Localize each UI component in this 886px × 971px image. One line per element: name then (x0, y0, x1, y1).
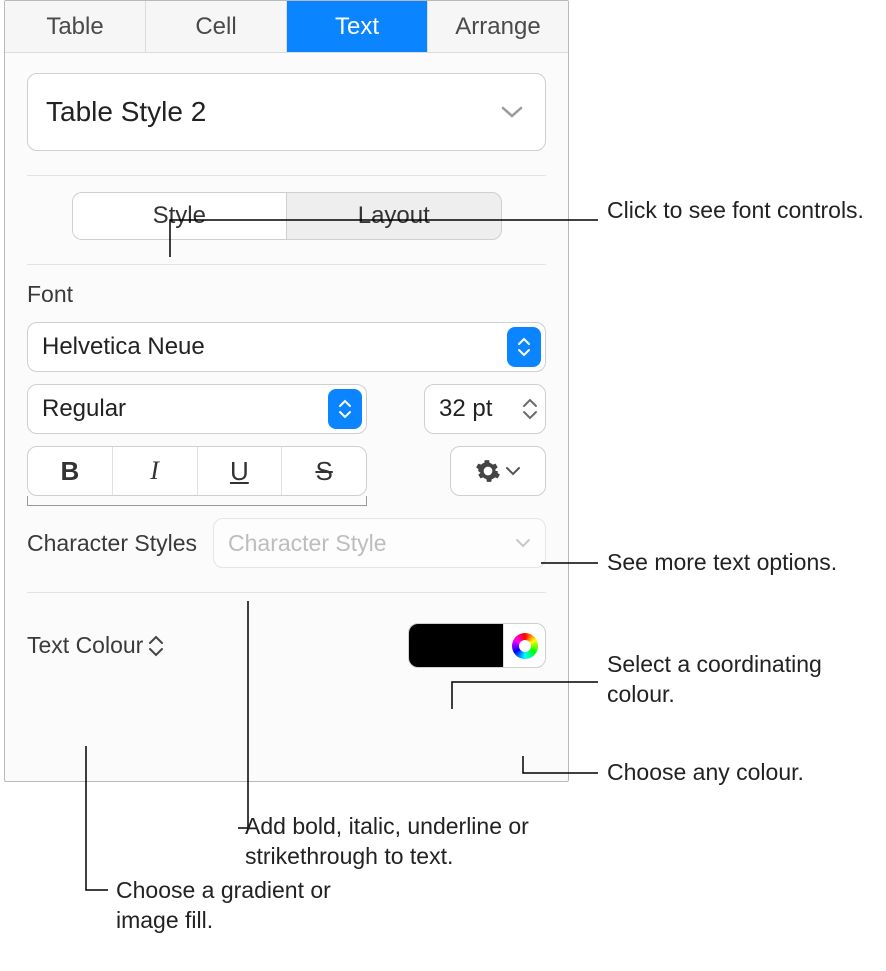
callout-bius: Add bold, italic, underline or strikethr… (245, 812, 565, 872)
callout-more-options: See more text options. (607, 548, 837, 578)
callout-select-colour: Select a coordinating colour. (607, 650, 886, 710)
callout-font-controls: Click to see font controls. (607, 196, 864, 226)
callout-any-colour: Choose any colour. (607, 758, 804, 788)
callout-gradient-fill: Choose a gradient or image fill. (116, 876, 376, 936)
